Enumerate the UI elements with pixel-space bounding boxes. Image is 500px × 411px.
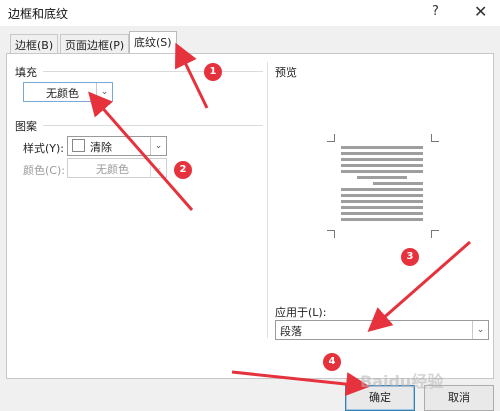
preview-text-line (341, 206, 423, 209)
pattern-divider (43, 125, 263, 126)
pattern-label: 图案 (15, 120, 37, 133)
fill-divider (43, 71, 263, 72)
apply-to-value: 段落 (280, 325, 302, 338)
preview-text-line (341, 218, 423, 221)
preview-text-line (341, 164, 423, 167)
preview-text-line (341, 170, 423, 173)
tab-borders[interactable]: 边框(B) (10, 34, 59, 54)
dialog-title: 边框和底纹 (8, 7, 69, 21)
preview-text-line (341, 146, 423, 149)
preview-corner (431, 230, 439, 238)
tab-panel: 填充 无颜色 ⌄ 图案 样式(Y): 清除 ⌄ 颜色(C): 无颜色 ⌄ 预览 (6, 53, 494, 379)
preview-corner (431, 134, 439, 142)
chevron-down-icon: ⌄ (472, 321, 488, 339)
tab-page-border[interactable]: 页面边框(P) (60, 34, 130, 54)
apply-to-label: 应用于(L): (275, 306, 327, 319)
fill-color-value: 无颜色 (46, 87, 79, 100)
preview-corner (327, 134, 335, 142)
pattern-color-value: 无颜色 (96, 163, 129, 176)
preview-text-line (341, 158, 423, 161)
pattern-color-dropdown[interactable]: 无颜色 ⌄ (67, 158, 167, 178)
preview-text-line (341, 194, 423, 197)
preview-corner (327, 230, 335, 238)
pattern-swatch (72, 139, 85, 152)
fill-label: 填充 (15, 66, 37, 79)
tab-shading[interactable]: 底纹(S) (129, 31, 177, 53)
apply-to-dropdown[interactable]: 段落 ⌄ (275, 320, 489, 340)
pattern-style-value: 清除 (90, 141, 112, 154)
fill-color-dropdown[interactable]: 无颜色 ⌄ (23, 82, 113, 102)
panel-divider (267, 62, 268, 338)
step-badge-1: 1 (204, 63, 222, 81)
pattern-color-label: 颜色(C): (23, 164, 65, 177)
step-badge-3: 3 (401, 248, 419, 266)
pattern-style-dropdown[interactable]: 清除 ⌄ (67, 136, 167, 156)
watermark: Baidu经验 (360, 372, 444, 391)
step-badge-4: 4 (323, 353, 341, 371)
preview-text-line (373, 182, 423, 185)
preview-text-line (341, 188, 423, 191)
preview-text-line (341, 212, 423, 215)
step-badge-2: 2 (174, 161, 192, 179)
preview-text-line (341, 200, 423, 203)
help-icon[interactable]: ? (432, 4, 439, 19)
chevron-down-icon: ⌄ (150, 137, 166, 155)
preview-text-line (341, 152, 423, 155)
close-icon[interactable]: ✕ (474, 2, 487, 21)
preview-text-line (357, 176, 407, 179)
preview-label: 预览 (275, 66, 297, 79)
chevron-down-icon: ⌄ (96, 83, 112, 101)
chevron-down-icon: ⌄ (150, 159, 166, 177)
pattern-style-label: 样式(Y): (23, 142, 65, 155)
title-bar: 边框和底纹 ? ✕ (0, 0, 500, 26)
preview-box (327, 134, 439, 238)
